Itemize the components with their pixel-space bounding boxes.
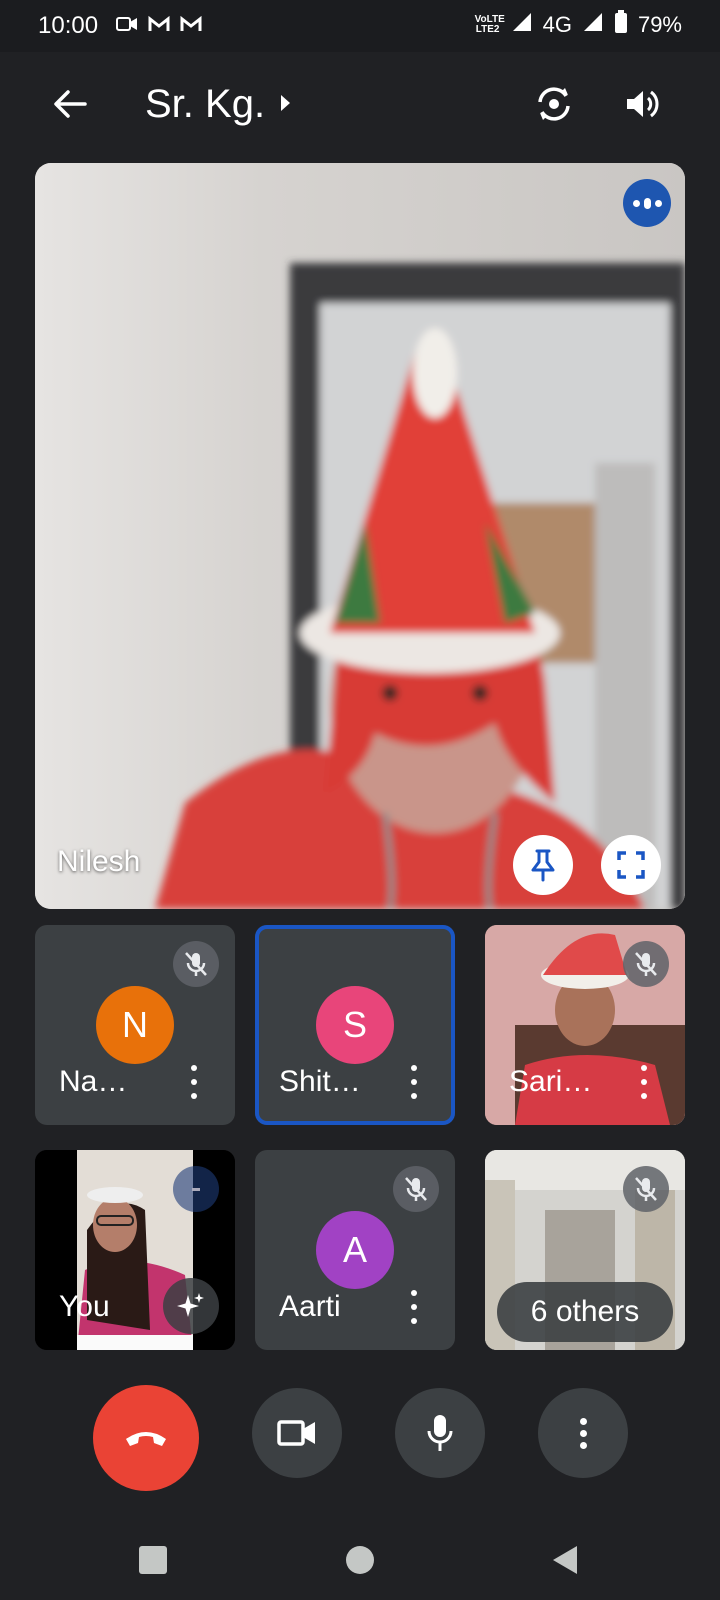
caret-right-icon bbox=[279, 92, 291, 118]
call-end-icon bbox=[126, 1432, 166, 1446]
status-time: 10:00 bbox=[38, 12, 99, 39]
participant-name: Na… bbox=[59, 1065, 128, 1098]
fullscreen-icon[interactable] bbox=[601, 835, 661, 895]
mic-off-icon bbox=[623, 1166, 669, 1212]
camera-toggle-button[interactable] bbox=[252, 1388, 342, 1478]
recents-button[interactable] bbox=[133, 1540, 173, 1580]
participant-tile[interactable]: N Na… bbox=[35, 925, 235, 1125]
mic-toggle-button[interactable] bbox=[395, 1388, 485, 1478]
participant-tile[interactable]: Sari… bbox=[485, 925, 685, 1125]
end-call-button[interactable] bbox=[93, 1385, 199, 1491]
mic-icon bbox=[427, 1415, 453, 1451]
others-tile[interactable]: 6 others bbox=[485, 1150, 685, 1350]
home-button[interactable] bbox=[340, 1540, 380, 1580]
switch-camera-icon[interactable] bbox=[532, 82, 576, 126]
video-feed bbox=[35, 163, 685, 909]
others-count-button[interactable]: 6 others bbox=[497, 1282, 673, 1342]
meeting-title-button[interactable]: Sr. Kg. bbox=[145, 82, 291, 127]
signal-icon bbox=[511, 12, 533, 38]
main-video-tile[interactable]: Nilesh bbox=[35, 163, 685, 909]
battery-level: 79% bbox=[637, 12, 682, 37]
mic-off-icon bbox=[393, 1166, 439, 1212]
signal-icon bbox=[582, 12, 604, 38]
more-vert-icon[interactable] bbox=[639, 1065, 649, 1099]
more-vert-icon[interactable] bbox=[189, 1065, 199, 1099]
avatar: N bbox=[96, 986, 174, 1064]
circle-icon bbox=[346, 1546, 374, 1574]
status-bar: 10:00 VoLTE LTE2 4G 79% bbox=[0, 0, 720, 52]
participant-name: Shit… bbox=[279, 1065, 361, 1098]
sparkle-icon[interactable] bbox=[163, 1278, 219, 1334]
gmail-icon bbox=[148, 15, 170, 38]
avatar: A bbox=[316, 1211, 394, 1289]
battery-icon bbox=[614, 10, 628, 40]
square-icon bbox=[139, 1546, 167, 1574]
audio-level-icon bbox=[173, 1166, 219, 1212]
participant-name: You bbox=[59, 1290, 110, 1323]
self-view-tile[interactable]: You bbox=[35, 1150, 235, 1350]
mic-off-icon bbox=[623, 941, 669, 987]
participant-tile[interactable]: A Aarti bbox=[255, 1150, 455, 1350]
speaking-dots-icon bbox=[623, 179, 671, 227]
more-vert-icon bbox=[579, 1417, 587, 1449]
videocam-icon bbox=[277, 1420, 315, 1446]
meeting-title: Sr. Kg. bbox=[145, 82, 266, 126]
meeting-header: Sr. Kg. bbox=[0, 52, 720, 162]
back-button[interactable] bbox=[545, 1540, 585, 1580]
participant-tile-selected[interactable]: S Shit… bbox=[255, 925, 455, 1125]
participant-name: Aarti bbox=[279, 1290, 341, 1323]
system-nav-bar bbox=[0, 1520, 720, 1600]
more-vert-icon[interactable] bbox=[409, 1065, 419, 1099]
avatar: S bbox=[316, 986, 394, 1064]
participant-name: Sari… bbox=[509, 1065, 593, 1098]
more-options-button[interactable] bbox=[538, 1388, 628, 1478]
network-type: 4G bbox=[542, 12, 572, 37]
speaker-icon[interactable] bbox=[620, 82, 664, 126]
gmail-icon bbox=[180, 15, 202, 38]
more-vert-icon[interactable] bbox=[409, 1290, 419, 1324]
main-tile-name: Nilesh bbox=[57, 845, 141, 878]
triangle-back-icon bbox=[553, 1546, 577, 1574]
pin-icon[interactable] bbox=[513, 835, 573, 895]
arrow-back-icon[interactable] bbox=[48, 82, 92, 126]
volte-indicator: VoLTE LTE2 bbox=[474, 14, 505, 35]
video-recorder-icon bbox=[116, 15, 138, 38]
mic-off-icon bbox=[173, 941, 219, 987]
